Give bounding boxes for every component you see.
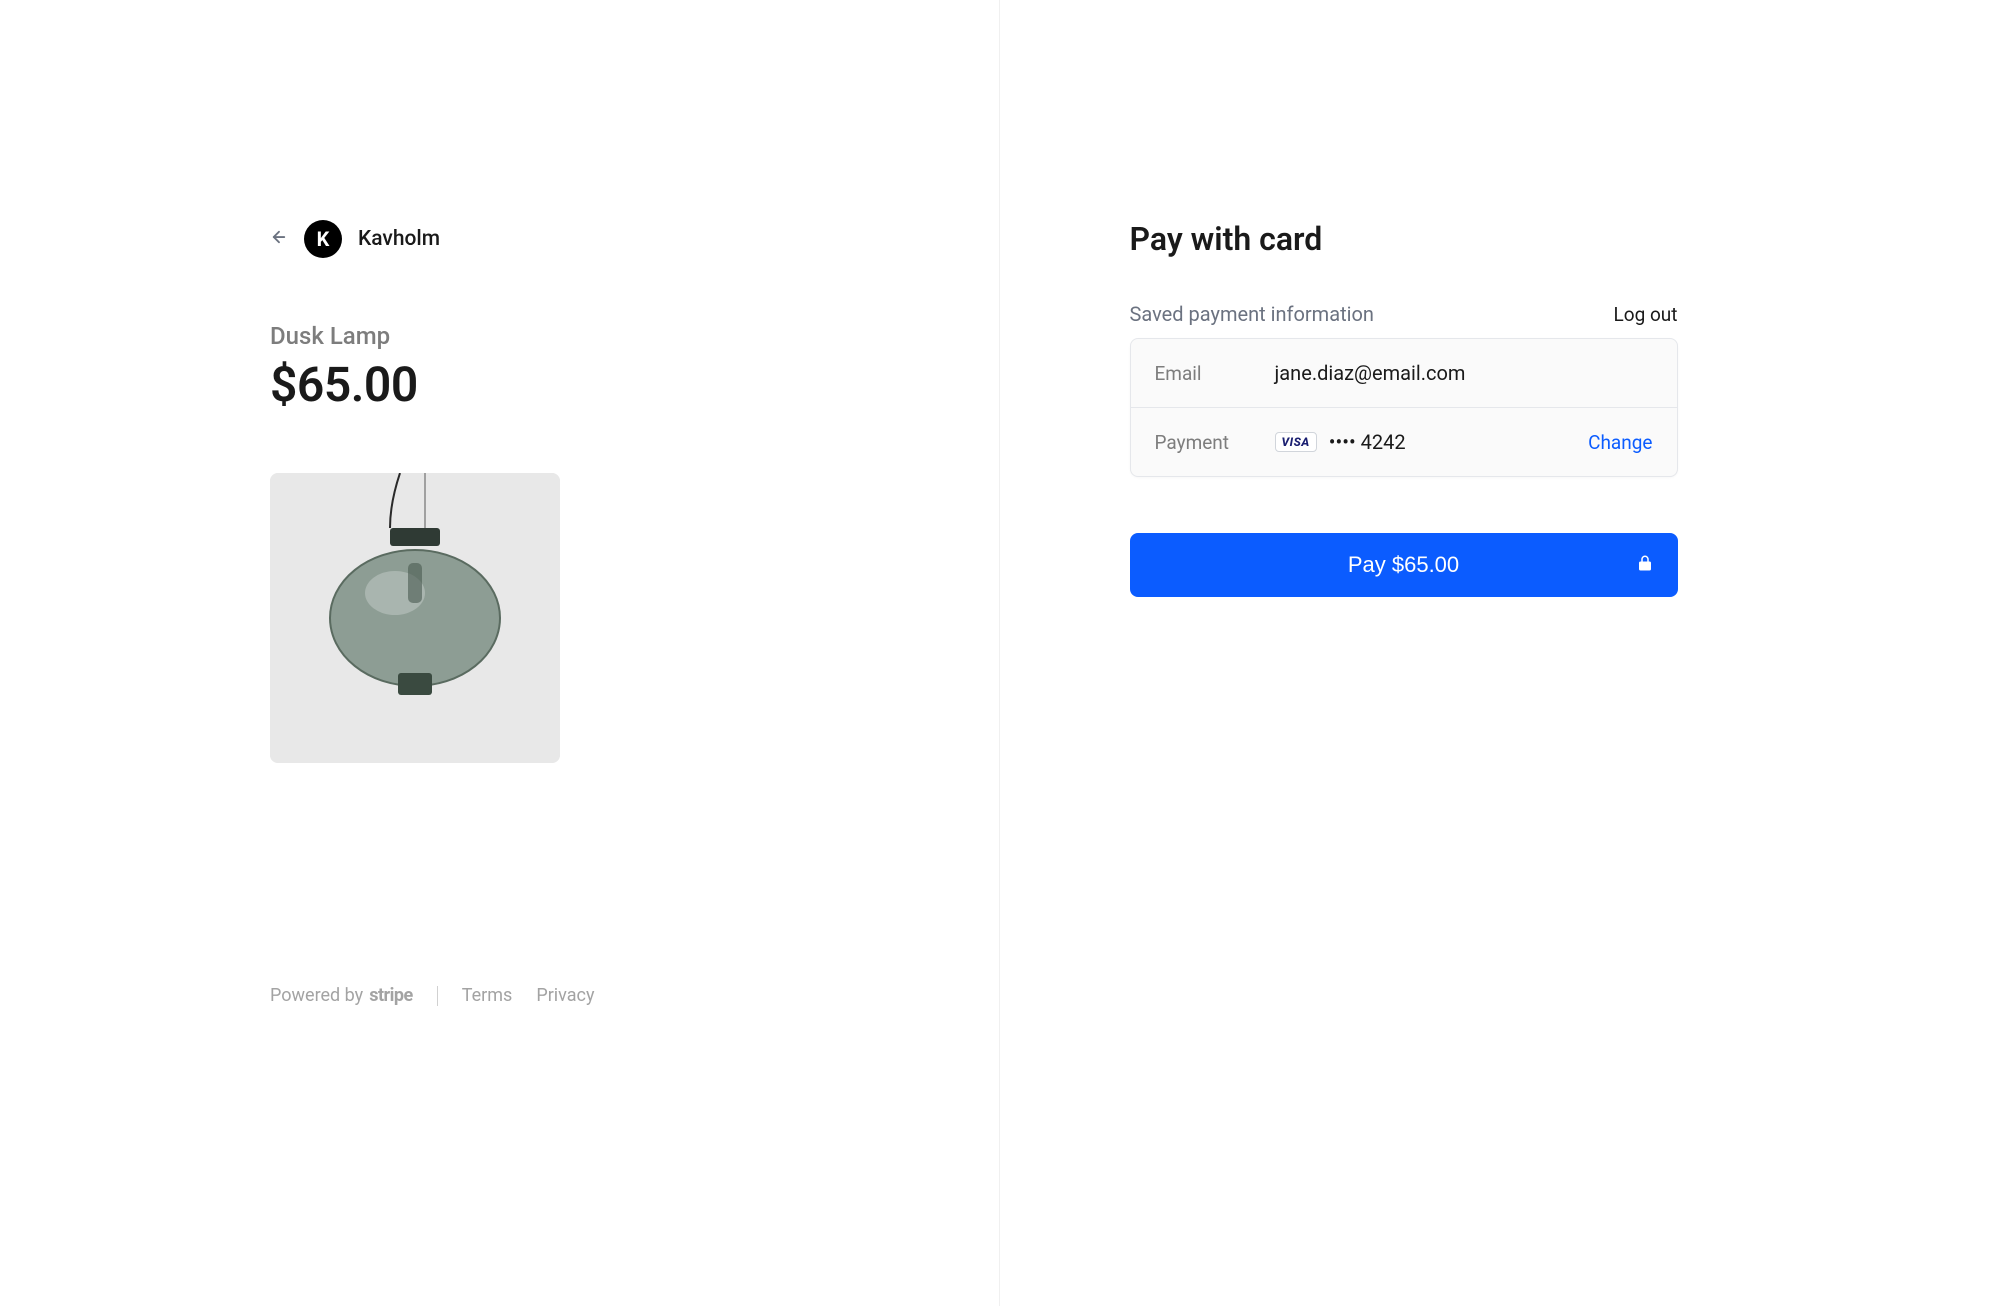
pay-button-label: Pay $65.00: [1348, 552, 1459, 578]
product-price: $65.00: [270, 356, 999, 413]
powered-by-stripe[interactable]: Powered by stripe: [270, 985, 413, 1006]
footer-divider: [437, 986, 438, 1006]
saved-info-label: Saved payment information: [1130, 302, 1374, 326]
card-last4: •••• 4242: [1329, 430, 1406, 454]
saved-info-header: Saved payment information Log out: [1130, 302, 1678, 326]
product-image: [270, 473, 560, 763]
brand-header: K Kavholm: [270, 220, 999, 258]
footer: Powered by stripe Terms Privacy: [270, 985, 595, 1006]
brand-logo: K: [304, 220, 342, 258]
email-label: Email: [1155, 362, 1275, 385]
email-value: jane.diaz@email.com: [1275, 361, 1653, 385]
terms-link[interactable]: Terms: [462, 985, 513, 1006]
stripe-logo: stripe: [369, 985, 413, 1006]
visa-icon: VISA: [1275, 432, 1317, 452]
order-summary-panel: K Kavholm Dusk Lamp $65.00 Powered by st…: [0, 0, 1000, 1306]
payment-label: Payment: [1155, 431, 1275, 454]
payment-value: VISA •••• 4242: [1275, 430, 1589, 454]
payment-panel: Pay with card Saved payment information …: [1000, 0, 1999, 1306]
email-row: Email jane.diaz@email.com: [1131, 339, 1677, 407]
brand-name: Kavholm: [358, 227, 440, 251]
change-payment-link[interactable]: Change: [1588, 431, 1652, 454]
privacy-link[interactable]: Privacy: [536, 985, 594, 1006]
lock-icon: [1636, 552, 1654, 578]
payment-row: Payment VISA •••• 4242 Change: [1131, 407, 1677, 476]
saved-payment-card: Email jane.diaz@email.com Payment VISA •…: [1130, 338, 1678, 477]
pay-button[interactable]: Pay $65.00: [1130, 533, 1678, 597]
logout-link[interactable]: Log out: [1614, 303, 1678, 326]
pay-title: Pay with card: [1130, 220, 1999, 258]
powered-by-text: Powered by: [270, 985, 363, 1006]
back-arrow-icon[interactable]: [270, 228, 288, 250]
product-name: Dusk Lamp: [270, 322, 999, 350]
